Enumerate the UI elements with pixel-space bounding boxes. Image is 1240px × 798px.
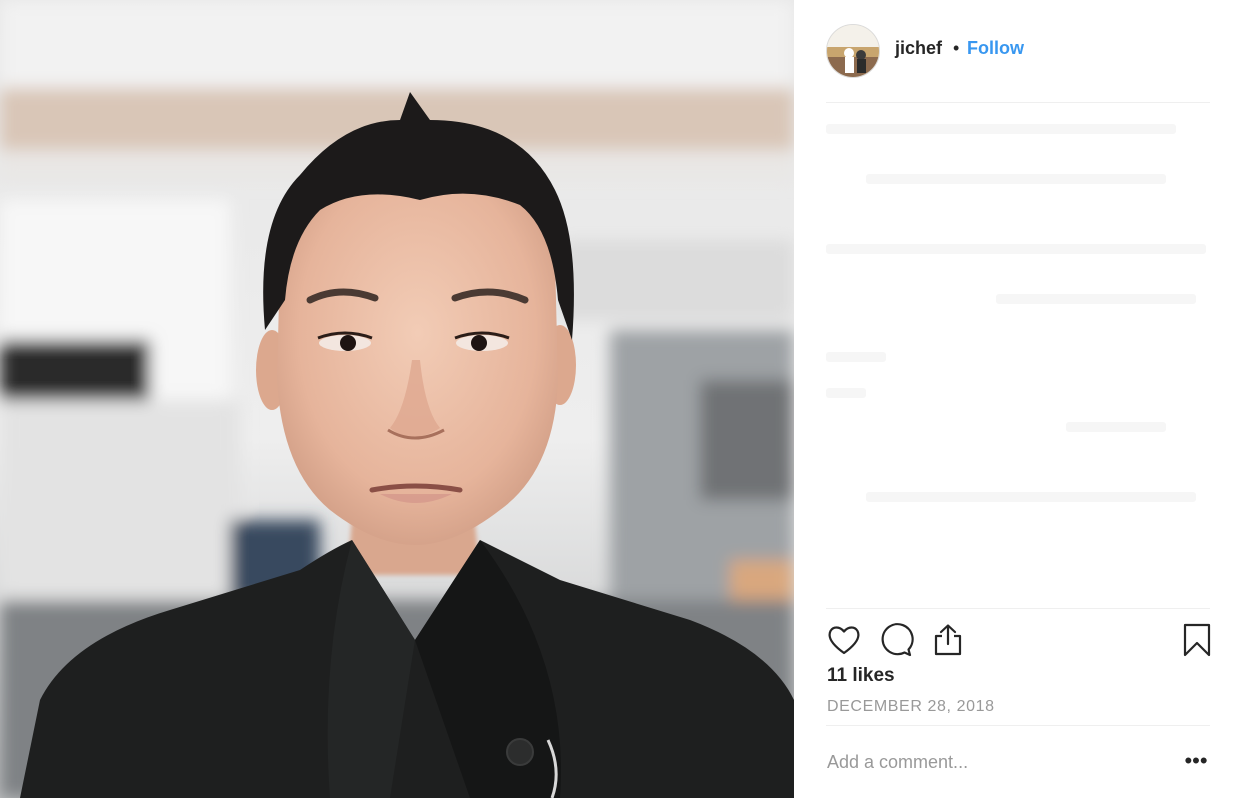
follow-button[interactable]: Follow [967,38,1024,59]
heart-icon[interactable] [826,622,862,658]
header-separator: • [953,38,960,58]
chef-selfie-image [0,0,794,798]
faded-comment-line [866,174,1166,184]
faded-comment-line [826,244,1206,254]
header-divider [826,102,1210,103]
post-username[interactable]: jichef [895,38,942,59]
instagram-post: jichef • Follow 11 likes DECEMBER 28, 20… [0,0,1240,798]
post-date[interactable]: DECEMBER 28, 2018 [827,698,995,716]
faded-comment-line [996,294,1196,304]
actions-divider [826,608,1210,609]
faded-comment-line [1066,422,1166,432]
post-photo[interactable] [0,0,794,798]
comment-input[interactable]: Add a comment... [827,752,968,773]
bookmark-icon[interactable] [1179,622,1215,658]
faded-comment-line [826,388,866,398]
comment-divider [826,725,1210,726]
post-actions [826,622,1211,660]
share-icon[interactable] [930,622,966,658]
more-options-icon[interactable]: ••• [1183,748,1209,774]
faded-comment-line [826,352,886,362]
faded-comment-line [866,492,1196,502]
comments-area [826,112,1210,512]
avatar[interactable] [826,24,880,78]
avatar-image [827,25,879,77]
likes-count[interactable]: 11 likes [827,665,895,687]
comment-icon[interactable] [878,622,914,658]
faded-comment-line [826,124,1176,134]
